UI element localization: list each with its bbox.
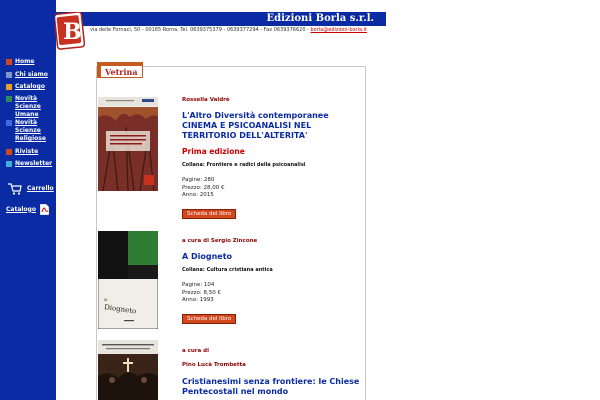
book-details-button[interactable]: Scheda del libro (182, 313, 237, 324)
sidebar-item-home[interactable]: Home (6, 58, 34, 66)
sidebar-item-novita-scienze-umane[interactable]: Novità Scienze Umane (6, 95, 56, 119)
pdf-icon (39, 204, 49, 215)
cart-label: Carrello (27, 185, 54, 192)
cart-link[interactable]: Carrello (8, 183, 54, 195)
book-collana: Collana: Frontiere e radici della psicoa… (182, 162, 306, 168)
book-edition: Prima edizione (182, 147, 245, 156)
book-author: a cura di Sergio Zincone (182, 238, 258, 244)
sidebar-item-label: Novità Scienze Umane (15, 95, 41, 118)
book-pages: Pagine: 280 (182, 177, 215, 183)
sidebar-item-label: Novità Scienze Religiose (15, 119, 46, 142)
book-entry: Rossella Valdrè L'Altro Diversità contem… (182, 97, 362, 219)
sidebar: Home Chi siamo Catalogo Novità Scienze U… (0, 0, 56, 400)
sidebar-item-label: Newsletter (15, 160, 53, 167)
book-title[interactable]: A Diogneto (182, 252, 362, 262)
book-year: Anno: 2015 (182, 192, 214, 198)
sidebar-item-label: Chi siamo (15, 71, 48, 78)
book-price: Prezzo: 28,00 € (182, 184, 225, 191)
contact-address: via delle Fornaci, 50 - 00165 Roma. Tel.… (90, 27, 386, 34)
catalog-pdf-link[interactable]: Catalogo (6, 204, 49, 215)
bullet-icon (6, 96, 12, 102)
sidebar-item-label: Home (15, 58, 35, 65)
sidebar-item-catalogo[interactable]: Catalogo (6, 83, 45, 91)
sidebar-item-chi-siamo[interactable]: Chi siamo (6, 71, 48, 79)
address-text: via delle Fornaci, 50 - 00165 Roma. Tel.… (90, 27, 311, 33)
sidebar-item-newsletter[interactable]: Newsletter (6, 160, 52, 168)
bullet-icon (6, 59, 12, 65)
catalog-pdf-label: Catalogo (6, 205, 36, 213)
sidebar-item-novita-scienze-religiose[interactable]: Novità Scienze Religiose (6, 119, 56, 143)
book-specs: Pagine: 104 Prezzo: 8,50 € Anno: 1993 (182, 282, 362, 305)
bullet-icon (6, 120, 12, 126)
sidebar-item-label: Riviste (15, 148, 39, 155)
book-author: Rossella Valdrè (182, 97, 230, 103)
sidebar-item-label: Catalogo (15, 83, 45, 90)
book-specs: Pagine: 280 Prezzo: 28,00 € Anno: 2015 (182, 177, 362, 200)
vetrina-tab: Vetrina (97, 62, 143, 78)
bullet-icon (6, 84, 12, 90)
book-collana: Collana: Cultura cristiana antica (182, 267, 273, 273)
header-bar: Edizioni Borla s.r.l. (56, 12, 386, 26)
shopping-cart-icon (8, 183, 22, 195)
vetrina-label: Vetrina (105, 67, 138, 77)
bullet-icon (6, 161, 12, 167)
book-entry: a cura di Pino Lucà Trombetta Cristianes… (182, 348, 362, 397)
book-year: Anno: 1993 (182, 297, 214, 303)
book-price: Prezzo: 8,50 € (182, 289, 221, 296)
email-link[interactable]: borla@edizioni-borla.it (311, 27, 368, 33)
bullet-icon (6, 149, 12, 155)
book-cover-l-altro[interactable] (98, 97, 158, 191)
book-cover-a-diogneto[interactable]: a Diogneto (98, 231, 158, 329)
book-title[interactable]: Cristianesimi senza frontiere: le Chiese… (182, 377, 362, 397)
logo-letter: B (63, 19, 82, 45)
borla-logo[interactable]: B (55, 12, 85, 50)
bullet-icon (6, 72, 12, 78)
book-cover-cristianesimi[interactable] (98, 340, 158, 400)
book-entry: a cura di Sergio Zincone A Diogneto Coll… (182, 238, 362, 324)
book-title[interactable]: L'Altro Diversità contemporanee CINEMA E… (182, 111, 362, 141)
sidebar-item-riviste[interactable]: Riviste (6, 148, 38, 156)
book-author: a cura di (182, 348, 209, 354)
page: Home Chi siamo Catalogo Novità Scienze U… (0, 0, 386, 400)
book-pages: Pagine: 104 (182, 282, 215, 288)
book-author-name: Pino Lucà Trombetta (182, 362, 246, 368)
site-title: Edizioni Borla s.r.l. (266, 13, 375, 24)
book-details-button[interactable]: Scheda del libro (182, 208, 237, 219)
